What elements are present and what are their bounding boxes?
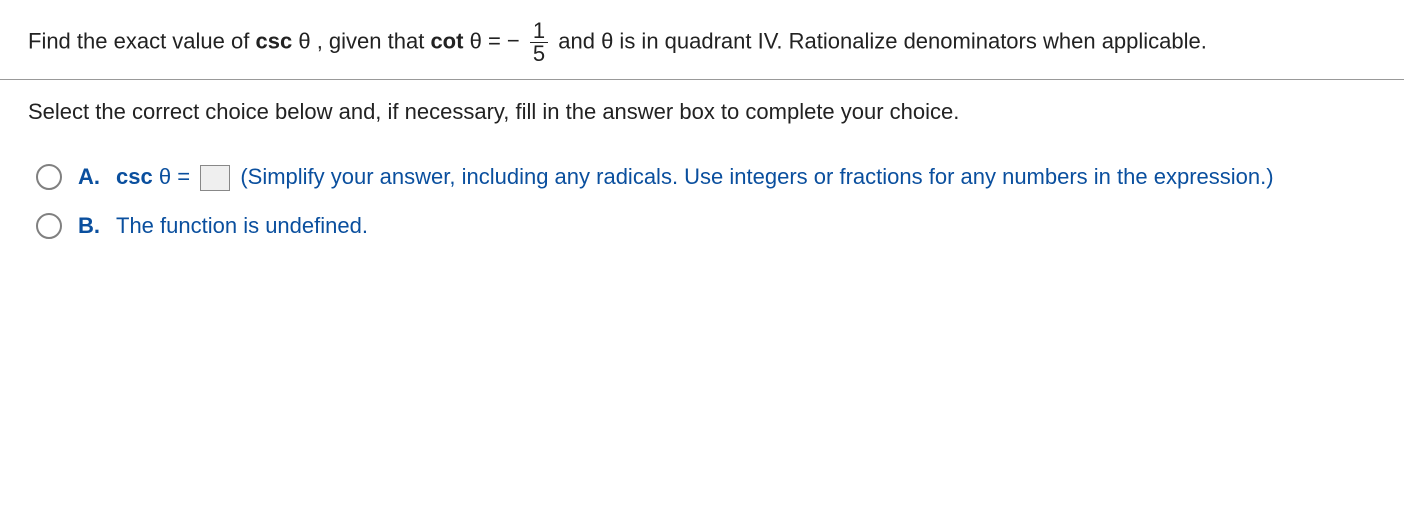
instruction-text: Select the correct choice below and, if …: [28, 94, 1376, 129]
fraction: 1 5: [530, 20, 548, 65]
text-part2: , given that: [317, 28, 431, 53]
answer-input[interactable]: [200, 165, 230, 191]
choice-a-csc: csc: [116, 164, 153, 189]
text-part3: and θ is in quadrant IV. Rationalize den…: [558, 28, 1207, 53]
choice-a-theta: θ: [159, 164, 171, 189]
minus-sign: −: [507, 28, 520, 53]
csc-label: csc: [255, 28, 292, 53]
choice-b: B. The function is undefined.: [36, 208, 1376, 243]
choice-a-hint: (Simplify your answer, including any rad…: [240, 164, 1273, 189]
choice-b-letter: B.: [78, 208, 102, 243]
fraction-denominator: 5: [530, 42, 548, 65]
divider: [0, 79, 1404, 80]
radio-a[interactable]: [36, 164, 62, 190]
question-stem: Find the exact value of csc θ , given th…: [28, 20, 1376, 65]
cot-label: cot: [430, 28, 463, 53]
theta-symbol-2: θ: [470, 28, 482, 53]
choice-a-body: csc θ = (Simplify your answer, including…: [116, 159, 1376, 194]
choices-group: A. csc θ = (Simplify your answer, includ…: [36, 159, 1376, 243]
choice-a-equals: =: [177, 164, 196, 189]
equals-sign: =: [488, 28, 507, 53]
text-part1: Find the exact value of: [28, 28, 255, 53]
choice-a: A. csc θ = (Simplify your answer, includ…: [36, 159, 1376, 194]
fraction-numerator: 1: [530, 20, 548, 42]
choice-b-text: The function is undefined.: [116, 208, 1376, 243]
radio-b[interactable]: [36, 213, 62, 239]
theta-symbol: θ: [298, 28, 310, 53]
choice-a-letter: A.: [78, 159, 102, 194]
